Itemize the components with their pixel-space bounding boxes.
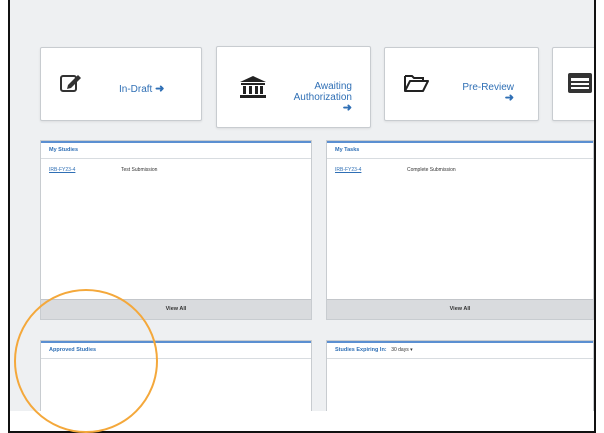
task-id-link[interactable]: IRB-FY23-4 (335, 167, 407, 179)
highlight-circle (14, 289, 158, 433)
folder-open-icon (403, 72, 429, 99)
tile-label: In-Draft ➜ (119, 83, 165, 96)
study-id-link[interactable]: IRB-FY23-4 (49, 167, 121, 179)
bank-icon (239, 75, 267, 104)
panel-studies-expiring: Studies Expiring In: 30 days ▾ (326, 340, 594, 411)
panel-title-text: Studies Expiring In: (335, 347, 387, 353)
tile-in-draft[interactable]: In-Draft ➜ (40, 47, 202, 121)
table-row: IRB-FY23-4 Test Submission (41, 159, 311, 179)
arrow-right-icon: ➜ (342, 102, 352, 114)
task-name: Complete Submission (407, 167, 456, 173)
panel-title: My Studies (41, 141, 311, 159)
table-row: IRB-FY23-4 Complete Submission (327, 159, 593, 179)
study-name: Test Submission (121, 167, 158, 173)
expiring-days-select[interactable]: 30 days ▾ (391, 347, 412, 353)
arrow-right-icon: ➜ (155, 83, 165, 95)
panel-my-tasks: My Tasks IRB-FY23-4 Complete Submission … (326, 140, 594, 320)
tile-label: Awaiting Authorization ➜ (293, 81, 352, 114)
tile-label: Pre-Review ➜ (462, 82, 514, 104)
tile-pre-review[interactable]: Pre-Review ➜ (384, 47, 539, 121)
panel-title: Studies Expiring In: 30 days ▾ (327, 341, 593, 359)
arrow-right-icon: ➜ (504, 92, 514, 104)
panel-title: My Tasks (327, 141, 593, 159)
window-list-icon (567, 72, 593, 99)
tile-partial[interactable] (552, 47, 594, 121)
edit-icon (59, 72, 83, 99)
view-all-button[interactable]: View All (327, 299, 593, 319)
tile-awaiting-authorization[interactable]: Awaiting Authorization ➜ (216, 46, 371, 128)
chevron-down-icon: ▾ (410, 347, 413, 353)
